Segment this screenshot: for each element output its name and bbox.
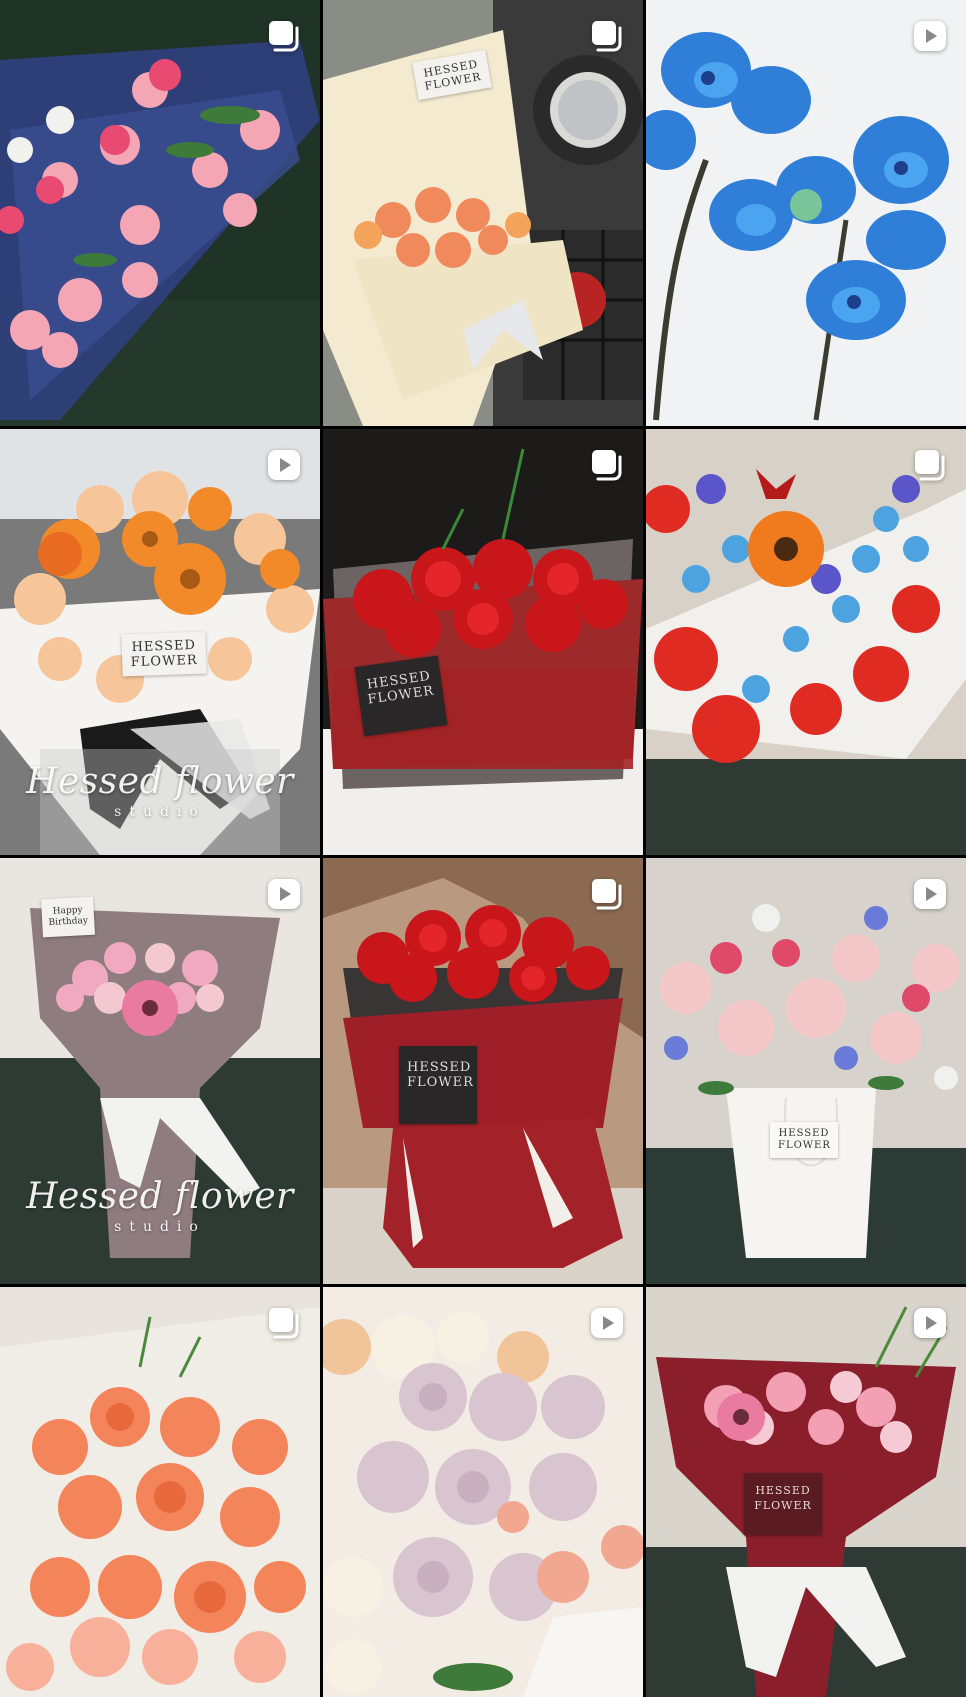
- studio-watermark: Hessed flower studio: [26, 1176, 294, 1235]
- carousel-icon: [587, 874, 627, 914]
- greeting-card: Happy Birthday: [41, 896, 95, 938]
- profile-post-grid: HESSED FLOWER HESSED FLOWER Hessed flowe…: [0, 0, 966, 1697]
- post-thumbnail: [323, 1287, 643, 1697]
- post-tile[interactable]: HESSED FLOWER Hessed flower studio: [0, 429, 320, 855]
- post-tile[interactable]: HESSED FLOWER: [323, 858, 643, 1284]
- post-tile[interactable]: HESSED FLOWER: [646, 858, 966, 1284]
- reel-play-icon: [264, 445, 304, 485]
- post-thumbnail: [323, 858, 643, 1284]
- brand-tag: HESSED FLOWER: [770, 1122, 838, 1158]
- post-thumbnail: [646, 858, 966, 1284]
- studio-watermark: Hessed flower studio: [26, 761, 294, 820]
- post-thumbnail: [646, 0, 966, 426]
- brand-tag: HESSED FLOWER: [399, 1046, 477, 1124]
- post-tile[interactable]: [0, 1287, 320, 1697]
- post-thumbnail: [0, 1287, 320, 1697]
- post-tile[interactable]: HESSED FLOWER: [323, 0, 643, 426]
- reel-play-icon: [264, 874, 304, 914]
- post-tile[interactable]: [646, 429, 966, 855]
- carousel-icon: [264, 1303, 304, 1343]
- brand-tag: HESSED FLOWER: [354, 655, 448, 737]
- post-tile[interactable]: HESSED FLOWER: [323, 429, 643, 855]
- post-tile[interactable]: HESSED FLOWER: [646, 1287, 966, 1697]
- post-thumbnail: [0, 0, 320, 426]
- post-tile[interactable]: [0, 0, 320, 426]
- post-thumbnail: [646, 429, 966, 855]
- carousel-icon: [587, 445, 627, 485]
- reel-play-icon: [587, 1303, 627, 1343]
- reel-play-icon: [910, 874, 950, 914]
- post-tile[interactable]: [323, 1287, 643, 1697]
- carousel-icon: [587, 16, 627, 56]
- brand-tag: HESSED FLOWER: [744, 1473, 822, 1535]
- post-thumbnail: [323, 429, 643, 855]
- brand-tag: HESSED FLOWER: [121, 631, 207, 677]
- reel-play-icon: [910, 1303, 950, 1343]
- reel-play-icon: [910, 16, 950, 56]
- post-tile[interactable]: Happy Birthday Hessed flower studio: [0, 858, 320, 1284]
- carousel-icon: [264, 16, 304, 56]
- carousel-icon: [910, 445, 950, 485]
- post-tile[interactable]: [646, 0, 966, 426]
